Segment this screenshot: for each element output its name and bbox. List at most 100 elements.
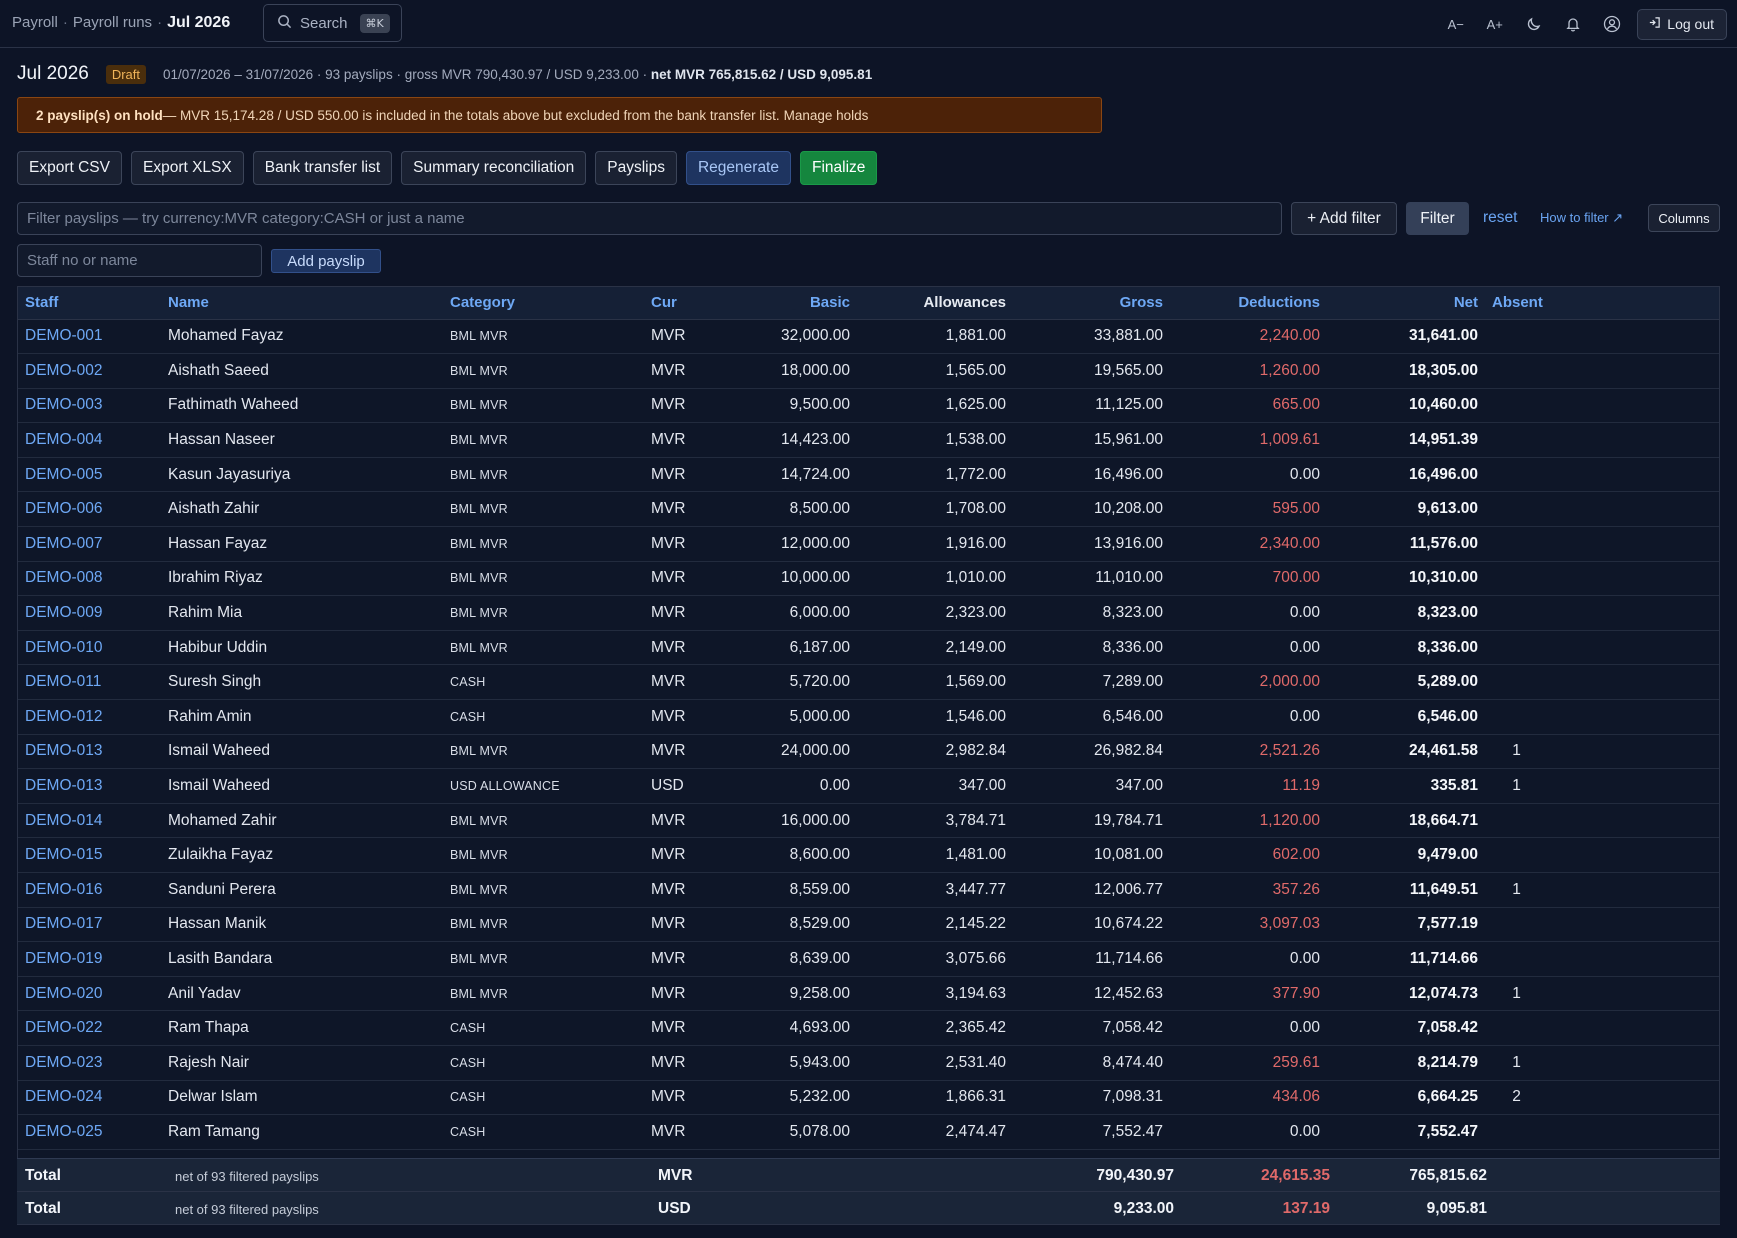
table-row[interactable]: DEMO-013 Ismail Waheed USD ALLOWANCE USD 0.0…: [18, 768, 1719, 804]
table-row[interactable]: DEMO-012 Rahim Amin CASH MVR 5,000.00 1,546.0…: [18, 699, 1719, 735]
breadcrumb-separator: ·: [62, 14, 68, 31]
cell-staff-link[interactable]: DEMO-013: [18, 768, 161, 804]
bell-icon[interactable]: [1553, 6, 1592, 42]
how-to-filter-link[interactable]: How to filter ↗: [1540, 210, 1623, 226]
table-row[interactable]: DEMO-025 Ram Tamang CASH MVR 5,078.00 2,474.4…: [18, 1114, 1719, 1150]
table-row[interactable]: DEMO-017 Hassan Manik BML MVR MVR 8,529.00 2,…: [18, 907, 1719, 943]
cell-currency: MVR: [644, 1114, 722, 1150]
column-header-name[interactable]: Name: [161, 287, 443, 320]
reset-link[interactable]: reset: [1483, 209, 1517, 227]
column-header-category[interactable]: Category: [443, 287, 644, 320]
table-row[interactable]: DEMO-008 Ibrahim Riyaz BML MVR MVR 10,000.00…: [18, 561, 1719, 597]
export-xlsx-button[interactable]: Export XLSX: [130, 151, 244, 185]
cell-staff-link[interactable]: DEMO-024: [18, 1080, 161, 1116]
table-row[interactable]: DEMO-004 Hassan Naseer BML MVR MVR 14,423.00…: [18, 422, 1719, 458]
table-row[interactable]: DEMO-002 Aishath Saeed BML MVR MVR 18,000.00…: [18, 353, 1719, 389]
cell-staff-link[interactable]: DEMO-020: [18, 976, 161, 1012]
manage-holds-link[interactable]: Manage holds: [784, 108, 869, 123]
cell-gross: 8,323.00: [1013, 595, 1170, 631]
columns-button[interactable]: Columns: [1648, 204, 1720, 232]
column-header-absent[interactable]: Absent: [1485, 287, 1719, 320]
cell-employee-name: Rahim Amin: [161, 699, 443, 735]
cell-staff-link[interactable]: DEMO-012: [18, 699, 161, 735]
action-toolbar: Export CSV Export XLSX Bank transfer lis…: [17, 151, 878, 185]
cell-allowances: 1,866.31: [857, 1080, 1013, 1116]
table-row[interactable]: DEMO-013 Ismail Waheed BML MVR MVR 24,000.00…: [18, 734, 1719, 770]
breadcrumb-payroll[interactable]: Payroll: [12, 14, 58, 31]
staff-search-input[interactable]: Staff no or name: [17, 244, 262, 277]
table-row[interactable]: DEMO-009 Rahim Mia BML MVR MVR 6,000.00 2,323…: [18, 595, 1719, 631]
cell-staff-link[interactable]: DEMO-005: [18, 457, 161, 493]
cell-staff-link[interactable]: DEMO-009: [18, 595, 161, 631]
table-row[interactable]: DEMO-022 Ram Thapa CASH MVR 4,693.00 2,365.42…: [18, 1010, 1719, 1046]
table-header-row: Staff Name Category Cur Basic Allowances…: [18, 287, 1719, 320]
table-row[interactable]: DEMO-001 Mohamed Fayaz BML MVR MVR 32,000.00…: [18, 319, 1719, 355]
column-header-staff[interactable]: Staff: [18, 287, 161, 320]
cell-staff-link[interactable]: DEMO-019: [18, 941, 161, 977]
cell-staff-link[interactable]: DEMO-007: [18, 526, 161, 562]
cell-staff-link[interactable]: DEMO-023: [18, 1045, 161, 1081]
table-row[interactable]: DEMO-019 Lasith Bandara BML MVR MVR 8,639.00…: [18, 941, 1719, 977]
table-row[interactable]: DEMO-006 Aishath Zahir BML MVR MVR 8,500.00 1…: [18, 491, 1719, 528]
cell-staff-link[interactable]: DEMO-025: [18, 1114, 161, 1150]
regenerate-button[interactable]: Regenerate: [685, 151, 791, 185]
font-larger-button[interactable]: A+: [1475, 6, 1514, 42]
moon-icon[interactable]: [1514, 6, 1553, 42]
filter-button[interactable]: Filter: [1406, 202, 1469, 235]
cell-staff-link[interactable]: DEMO-010: [18, 630, 161, 666]
table-row[interactable]: DEMO-016 Sanduni Perera BML MVR MVR 8,559.00…: [18, 872, 1719, 908]
cell-staff-link[interactable]: DEMO-017: [18, 907, 161, 943]
cell-staff-link[interactable]: DEMO-001: [18, 319, 161, 355]
user-icon[interactable]: [1592, 6, 1631, 42]
bank-transfer-list-button[interactable]: Bank transfer list: [252, 151, 393, 185]
table-row[interactable]: DEMO-003 Fathimath Waheed BML MVR MVR 9,500.…: [18, 388, 1719, 424]
logout-button[interactable]: Log out: [1637, 8, 1727, 40]
table-row[interactable]: DEMO-014 Mohamed Zahir BML MVR MVR 16,000.00…: [18, 803, 1719, 839]
payslips-button[interactable]: Payslips: [595, 151, 677, 185]
cell-staff-link[interactable]: DEMO-011: [18, 664, 161, 701]
table-row[interactable]: DEMO-005 Kasun Jayasuriya BML MVR MVR 14,724…: [18, 457, 1719, 493]
table-row[interactable]: DEMO-024 Delwar Islam CASH MVR 5,232.00 1,866…: [18, 1080, 1719, 1116]
filter-input[interactable]: Filter payslips — try currency:MVR categ…: [17, 202, 1282, 235]
cell-staff-link[interactable]: DEMO-003: [18, 388, 161, 424]
table-row[interactable]: DEMO-007 Hassan Fayaz BML MVR MVR 12,000.00 1…: [18, 526, 1719, 562]
cell-currency: MVR: [644, 872, 722, 908]
cell-staff-link[interactable]: DEMO-022: [18, 1010, 161, 1046]
column-header-basic[interactable]: Basic: [722, 287, 857, 320]
cell-staff-link[interactable]: DEMO-006: [18, 491, 161, 528]
cell-employee-name: Lasith Bandara: [161, 941, 443, 977]
add-payslip-button[interactable]: Add payslip: [271, 249, 381, 273]
table-row[interactable]: DEMO-020 Anil Yadav BML MVR MVR 9,258.00 3,19…: [18, 976, 1719, 1012]
cell-deductions: 259.61: [1170, 1045, 1327, 1081]
cell-staff-link[interactable]: DEMO-016: [18, 872, 161, 908]
cell-staff-link[interactable]: DEMO-002: [18, 353, 161, 389]
column-header-deductions[interactable]: Deductions: [1170, 287, 1327, 320]
cell-staff-link[interactable]: DEMO-014: [18, 803, 161, 839]
search-button[interactable]: Search ⌘K: [263, 4, 402, 42]
cell-staff-link[interactable]: DEMO-004: [18, 422, 161, 458]
font-smaller-button[interactable]: A−: [1436, 6, 1475, 42]
table-row[interactable]: DEMO-023 Rajesh Nair CASH MVR 5,943.00 2,531.…: [18, 1045, 1719, 1081]
finalize-button[interactable]: Finalize: [800, 151, 878, 185]
page-title: Jul 2026: [17, 63, 89, 84]
cell-staff-link[interactable]: DEMO-008: [18, 561, 161, 597]
cell-currency: MVR: [644, 976, 722, 1012]
column-header-net[interactable]: Net: [1327, 287, 1485, 320]
summary-reconciliation-button[interactable]: Summary reconciliation: [401, 151, 587, 185]
cell-absent: [1485, 457, 1719, 493]
cell-category: BML MVR: [443, 422, 644, 458]
column-header-gross[interactable]: Gross: [1013, 287, 1170, 320]
cell-currency: MVR: [644, 1080, 722, 1116]
column-header-currency[interactable]: Cur: [644, 287, 722, 320]
export-csv-button[interactable]: Export CSV: [17, 151, 122, 185]
cell-staff-link[interactable]: DEMO-015: [18, 837, 161, 873]
cell-absent: [1485, 561, 1719, 597]
table-row[interactable]: DEMO-015 Zulaikha Fayaz BML MVR MVR 8,600.00…: [18, 837, 1719, 873]
cell-staff-link[interactable]: DEMO-013: [18, 734, 161, 770]
table-row[interactable]: DEMO-011 Suresh Singh CASH MVR 5,720.00 1,569…: [18, 664, 1719, 701]
cell-allowances: 1,772.00: [857, 457, 1013, 493]
breadcrumb-payroll-runs[interactable]: Payroll runs: [73, 14, 152, 31]
cell-currency: MVR: [644, 353, 722, 389]
add-filter-button[interactable]: + Add filter: [1291, 202, 1397, 235]
table-row[interactable]: DEMO-010 Habibur Uddin BML MVR MVR 6,187.00 2…: [18, 630, 1719, 666]
